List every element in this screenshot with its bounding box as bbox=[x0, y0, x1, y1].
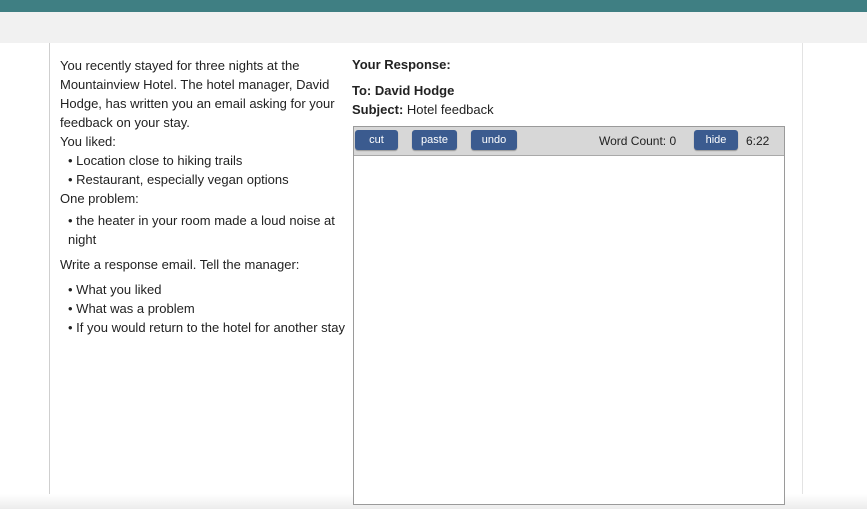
problem-list: • the heater in your room made a loud no… bbox=[60, 211, 345, 249]
to-line: To: David Hodge bbox=[352, 83, 454, 98]
word-count: Word Count: 0 bbox=[599, 134, 676, 148]
to-value: David Hodge bbox=[374, 83, 455, 98]
word-count-label: Word Count: bbox=[599, 134, 667, 148]
response-textarea[interactable] bbox=[354, 156, 784, 504]
cut-button[interactable]: cut bbox=[355, 130, 398, 150]
liked-list: • Location close to hiking trails • Rest… bbox=[60, 151, 345, 189]
subject-line: Subject: Hotel feedback bbox=[352, 102, 494, 117]
problem-heading: One problem: bbox=[60, 191, 139, 206]
word-count-value: 0 bbox=[669, 134, 677, 148]
prompt-panel: You recently stayed for three nights at … bbox=[60, 56, 345, 337]
list-item: • the heater in your room made a loud no… bbox=[68, 213, 335, 247]
header-bar bbox=[0, 12, 867, 43]
list-item: • If you would return to the hotel for a… bbox=[68, 320, 345, 335]
liked-heading: You liked: bbox=[60, 134, 116, 149]
top-accent-bar bbox=[0, 0, 867, 12]
timer: 6:22 bbox=[746, 134, 770, 148]
to-label: To: bbox=[352, 83, 372, 98]
editor-toolbar: cut paste undo Word Count: 0 hide 6:22 bbox=[354, 127, 784, 156]
task-heading: Write a response email. Tell the manager… bbox=[60, 257, 300, 272]
hide-button[interactable]: hide bbox=[694, 130, 738, 150]
paste-button[interactable]: paste bbox=[412, 130, 457, 150]
undo-button[interactable]: undo bbox=[471, 130, 517, 150]
list-item: • What you liked bbox=[68, 282, 162, 297]
subject-value: Hotel feedback bbox=[406, 102, 494, 117]
response-editor: cut paste undo Word Count: 0 hide 6:22 bbox=[353, 126, 785, 505]
list-item: • Location close to hiking trails bbox=[68, 153, 243, 168]
list-item: • What was a problem bbox=[68, 301, 195, 316]
subject-label: Subject: bbox=[352, 102, 404, 117]
prompt-intro: You recently stayed for three nights at … bbox=[60, 58, 335, 130]
response-heading: Your Response: bbox=[352, 57, 451, 72]
list-item: • Restaurant, especially vegan options bbox=[68, 172, 289, 187]
task-list: • What you liked • What was a problem • … bbox=[60, 280, 345, 337]
